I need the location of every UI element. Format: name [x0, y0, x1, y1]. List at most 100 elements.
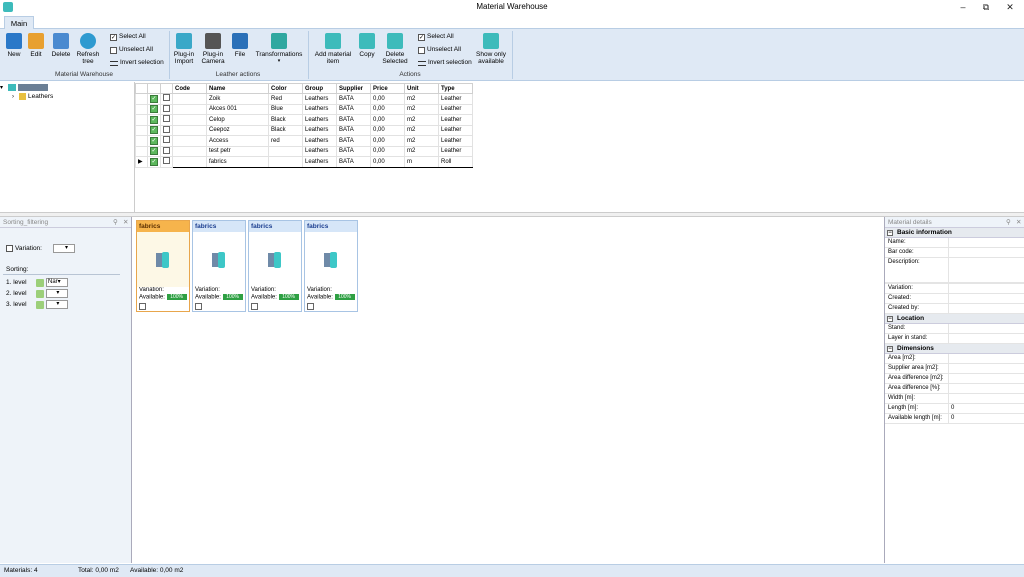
- cell-color[interactable]: [268, 156, 303, 168]
- cell-supplier[interactable]: BATA: [336, 145, 371, 157]
- material-card[interactable]: fabrics Variation: Available: 100%: [192, 220, 246, 312]
- actions-unselect-all-checkbox[interactable]: Unselect All: [418, 46, 474, 54]
- variation-checkbox[interactable]: [6, 245, 13, 252]
- cell-group[interactable]: Leathers: [302, 145, 337, 157]
- material-card[interactable]: fabrics Variation: Available: 100%: [304, 220, 358, 312]
- cell-supplier[interactable]: BATA: [336, 103, 371, 115]
- cell-name[interactable]: Access: [206, 135, 269, 147]
- detail-value[interactable]: [949, 294, 1024, 303]
- cell-color[interactable]: red: [268, 135, 303, 147]
- tree-expand-icon[interactable]: ›: [12, 94, 19, 100]
- file-button[interactable]: File: [230, 33, 250, 58]
- detail-value[interactable]: [949, 248, 1024, 257]
- row-checkbox[interactable]: [163, 157, 170, 165]
- cell-color[interactable]: Red: [268, 93, 303, 105]
- detail-value[interactable]: [949, 364, 1024, 373]
- cell-supplier[interactable]: BATA: [336, 114, 371, 126]
- detail-value[interactable]: [949, 284, 1024, 293]
- panel-close-icon[interactable]: ✕: [123, 217, 128, 228]
- cell-name[interactable]: Celop: [206, 114, 269, 126]
- detail-value[interactable]: [949, 304, 1024, 313]
- plugin-import-button[interactable]: Plug-in Import: [172, 33, 196, 65]
- card-checkbox[interactable]: [195, 302, 202, 310]
- tree-collapse-icon[interactable]: ▾: [0, 84, 8, 91]
- cell-group[interactable]: Leathers: [302, 93, 337, 105]
- column-header-type[interactable]: Type: [438, 83, 473, 94]
- detail-value[interactable]: 0: [949, 404, 1024, 413]
- detail-value[interactable]: [949, 384, 1024, 393]
- card-checkbox[interactable]: [251, 302, 258, 310]
- cell-name[interactable]: Ceepoz: [206, 124, 269, 136]
- table-row[interactable]: ▶ ✓ fabrics Leathers BATA 0,00 m Roll: [135, 156, 473, 168]
- invert-selection-button[interactable]: Invert selection: [110, 59, 168, 67]
- sort-direction-icon[interactable]: [36, 278, 44, 287]
- section-basic-information[interactable]: − Basic information: [885, 228, 1024, 238]
- cell-price[interactable]: 0,00: [370, 114, 405, 126]
- cell-price[interactable]: 0,00: [370, 103, 405, 115]
- cell-price[interactable]: 0,00: [370, 93, 405, 105]
- sort-direction-icon[interactable]: [36, 300, 44, 309]
- row-checkbox[interactable]: [163, 136, 170, 144]
- cell-price[interactable]: 0,00: [370, 135, 405, 147]
- cell-unit[interactable]: m2: [404, 145, 439, 157]
- column-header-price[interactable]: Price: [370, 83, 405, 94]
- cell-price[interactable]: 0,00: [370, 124, 405, 136]
- detail-value[interactable]: [949, 258, 1024, 282]
- cell-name[interactable]: Akces 001: [206, 103, 269, 115]
- cell-unit[interactable]: m: [404, 156, 439, 168]
- cell-group[interactable]: Leathers: [302, 156, 337, 168]
- cell-group[interactable]: Leathers: [302, 124, 337, 136]
- detail-value[interactable]: [949, 238, 1024, 247]
- card-checkbox[interactable]: [307, 302, 314, 310]
- tab-main[interactable]: Main: [4, 16, 34, 30]
- panel-close-icon[interactable]: ✕: [1016, 217, 1021, 228]
- detail-value[interactable]: [949, 374, 1024, 383]
- cell-color[interactable]: Black: [268, 114, 303, 126]
- table-row[interactable]: ✓ Access red Leathers BATA 0,00 m2 Leather: [135, 135, 473, 147]
- row-checkbox[interactable]: [163, 115, 170, 123]
- row-checkbox[interactable]: [163, 104, 170, 112]
- column-header-code[interactable]: Code: [172, 83, 207, 94]
- cell-code[interactable]: [172, 156, 207, 168]
- cell-price[interactable]: 0,00: [370, 156, 405, 168]
- cell-type[interactable]: Leather: [438, 124, 473, 136]
- minimize-icon[interactable]: –: [952, 0, 974, 15]
- cell-price[interactable]: 0,00: [370, 145, 405, 157]
- tree-node-root[interactable]: ▾ Materials: [0, 83, 132, 92]
- cell-group[interactable]: Leathers: [302, 135, 337, 147]
- cell-code[interactable]: [172, 93, 207, 105]
- cell-code[interactable]: [172, 103, 207, 115]
- section-location[interactable]: − Location: [885, 314, 1024, 324]
- cell-name[interactable]: test petr: [206, 145, 269, 157]
- detail-value[interactable]: 0: [949, 414, 1024, 423]
- actions-invert-selection-button[interactable]: Invert selection: [418, 59, 474, 67]
- cell-color[interactable]: [268, 145, 303, 157]
- cell-color[interactable]: Black: [268, 124, 303, 136]
- level-3-select[interactable]: ▾: [46, 300, 68, 309]
- copy-button[interactable]: Copy: [356, 33, 378, 58]
- table-row[interactable]: ✓ test petr Leathers BATA 0,00 m2 Leather: [135, 145, 473, 157]
- unselect-all-checkbox[interactable]: Unselect All: [110, 46, 168, 54]
- cell-group[interactable]: Leathers: [302, 114, 337, 126]
- detail-value[interactable]: [949, 394, 1024, 403]
- cell-code[interactable]: [172, 124, 207, 136]
- cell-type[interactable]: Roll: [438, 156, 473, 168]
- delete-selected-button[interactable]: Delete Selected: [380, 33, 410, 65]
- variation-select[interactable]: ▾: [52, 244, 75, 253]
- row-checkbox[interactable]: [163, 94, 170, 102]
- table-row[interactable]: ✓ Zoik Red Leathers BATA 0,00 m2 Leather: [135, 93, 473, 105]
- cell-type[interactable]: Leather: [438, 93, 473, 105]
- column-header-unit[interactable]: Unit: [404, 83, 439, 94]
- column-header-name[interactable]: Name: [206, 83, 269, 94]
- edit-button[interactable]: Edit: [26, 33, 46, 58]
- refresh-tree-button[interactable]: Refresh tree: [76, 33, 100, 65]
- cell-group[interactable]: Leathers: [302, 103, 337, 115]
- transformations-button[interactable]: Transformations ▾: [254, 33, 304, 65]
- material-card[interactable]: fabrics Variation: Available: 100%: [248, 220, 302, 312]
- detail-value[interactable]: [949, 334, 1024, 343]
- cell-code[interactable]: [172, 145, 207, 157]
- column-header-color[interactable]: Color: [268, 83, 303, 94]
- material-card[interactable]: fabrics Variation: Available: 100%: [136, 220, 190, 312]
- cell-supplier[interactable]: BATA: [336, 93, 371, 105]
- table-row[interactable]: ✓ Ceepoz Black Leathers BATA 0,00 m2 Leather: [135, 124, 473, 136]
